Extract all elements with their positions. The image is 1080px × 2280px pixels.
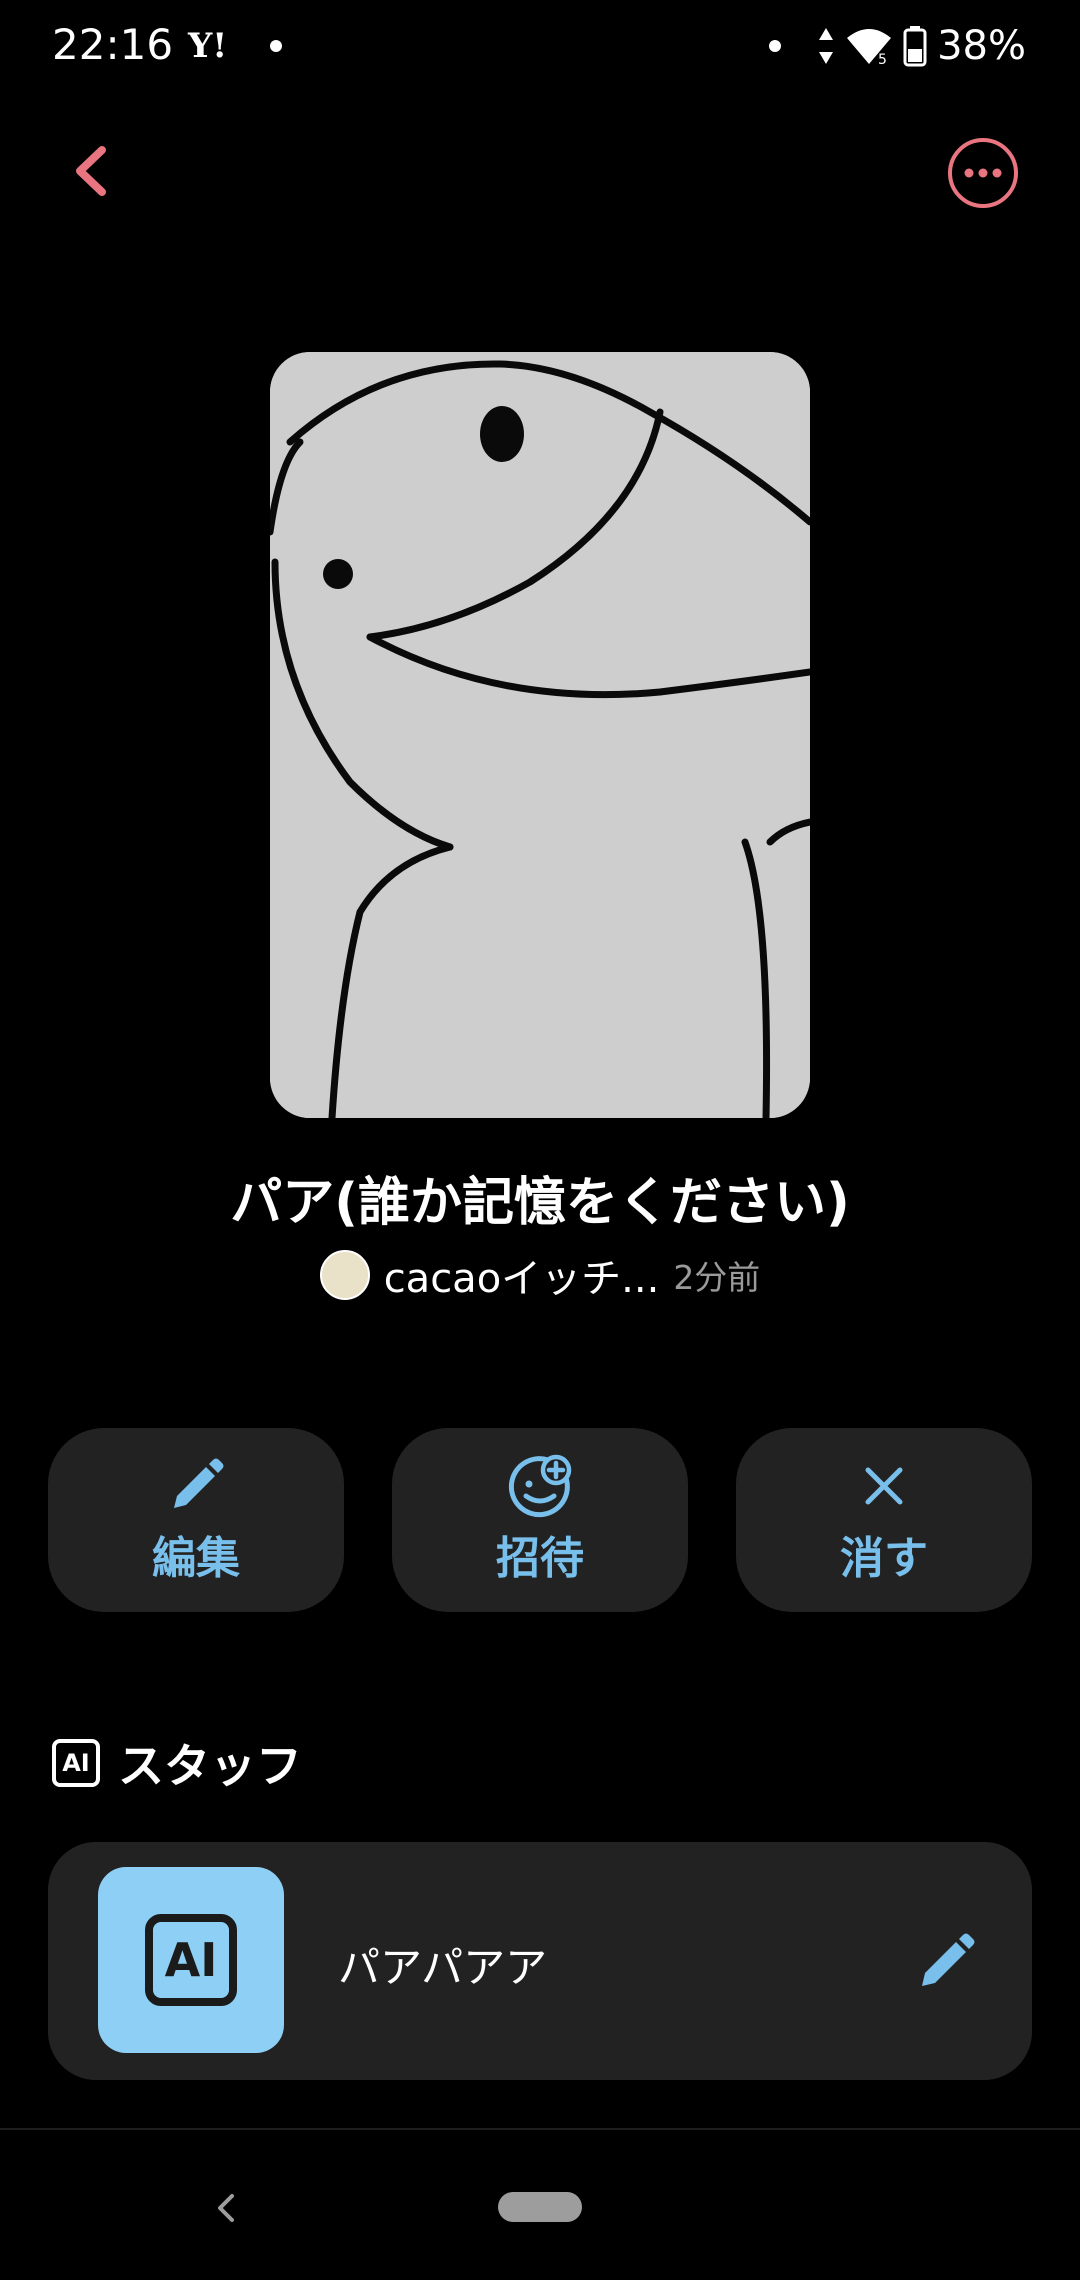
close-icon xyxy=(865,1467,903,1505)
delete-button[interactable]: 消す xyxy=(736,1428,1032,1612)
author-name[interactable]: cacaoイッチ... xyxy=(384,1246,660,1304)
nav-back-icon xyxy=(218,2194,234,2222)
notification-dot-icon xyxy=(270,40,282,52)
status-right: 5 38% xyxy=(769,18,1026,74)
nav-home-pill[interactable] xyxy=(498,2192,582,2222)
sketch-character-drawing xyxy=(270,352,810,1118)
cover-image xyxy=(270,352,810,1118)
staff-name: パアパアア xyxy=(338,1943,548,1992)
author-avatar[interactable] xyxy=(319,1250,370,1300)
wifi-icon: 5 xyxy=(847,29,892,66)
ai-avatar-icon: AI xyxy=(145,1914,237,2006)
status-bar: 22:16 Y! 5 38% xyxy=(0,0,1080,92)
ai-icon: AI xyxy=(52,1739,100,1787)
invite-label: 招待 xyxy=(496,1533,584,1584)
more-horizontal-icon xyxy=(948,138,1018,208)
action-buttons: 編集 招待 消す xyxy=(48,1428,1032,1612)
staff-avatar: AI xyxy=(98,1867,284,2053)
battery-icon xyxy=(903,26,927,67)
nav-divider xyxy=(0,2128,1080,2130)
pencil-icon xyxy=(174,1458,224,1508)
more-options-button[interactable] xyxy=(946,136,1020,210)
svg-text:5: 5 xyxy=(878,52,887,66)
nav-back-button[interactable] xyxy=(206,2188,246,2228)
delete-label: 消す xyxy=(840,1533,928,1584)
staff-card[interactable]: AI パアパアア xyxy=(48,1842,1032,2080)
staff-section-header: AI スタッフ xyxy=(52,1730,302,1796)
chevron-left-icon xyxy=(76,146,106,196)
status-time: 22:16 xyxy=(52,20,174,69)
back-button[interactable] xyxy=(60,136,130,206)
add-person-icon xyxy=(508,1454,572,1518)
data-arrows-icon xyxy=(819,28,834,64)
screen: 22:16 Y! 5 38% パア(誰か記憶をください) cacaoイッチ...… xyxy=(0,0,1080,2280)
battery-percent: 38% xyxy=(937,23,1026,69)
edit-label: 編集 xyxy=(152,1533,240,1584)
story-meta: cacaoイッチ... 2分前 xyxy=(0,1246,1080,1304)
story-title: パア(誰か記憶をください) xyxy=(230,1173,850,1233)
yahoo-notification-icon: Y! xyxy=(188,26,228,66)
pencil-icon xyxy=(922,1933,975,1986)
staff-title: スタッフ xyxy=(118,1739,302,1793)
staff-edit-button[interactable] xyxy=(914,1930,978,1994)
invite-button[interactable]: 招待 xyxy=(392,1428,688,1612)
notification-dot-icon xyxy=(769,40,782,52)
edit-button[interactable]: 編集 xyxy=(48,1428,344,1612)
time-ago: 2分前 xyxy=(673,1258,761,1297)
